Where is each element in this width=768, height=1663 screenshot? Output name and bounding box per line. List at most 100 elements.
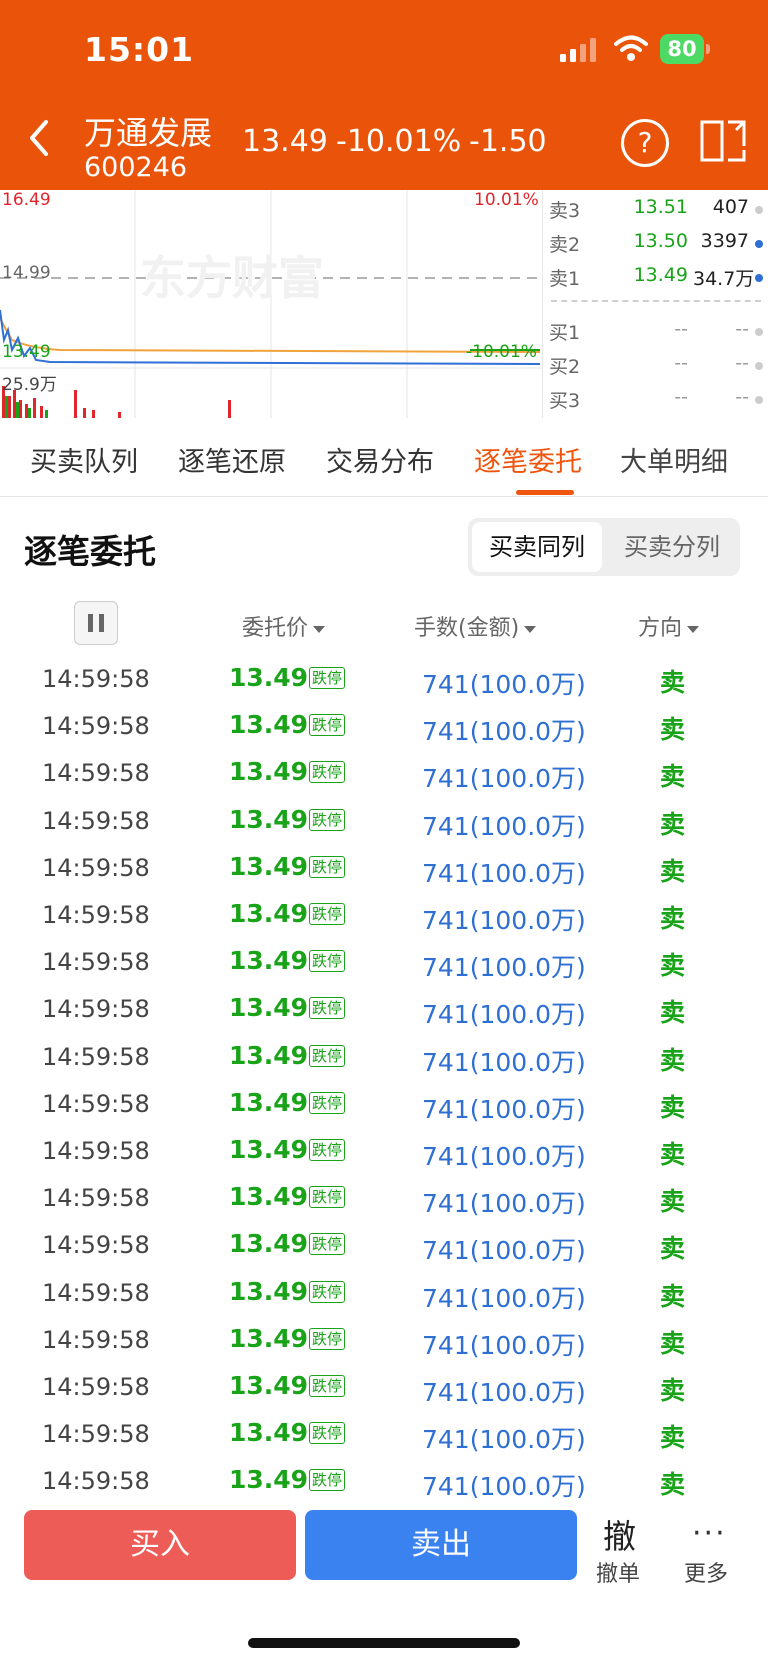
- order-time: 14:59:58: [42, 712, 150, 741]
- order-lots: 741(100.0万): [422, 1000, 586, 1030]
- bid3-row: 买3 -- --: [543, 382, 768, 416]
- lots-column-header[interactable]: 手数(金额): [414, 610, 537, 642]
- section-title: 逐笔委托: [24, 532, 156, 571]
- order-lots: 741(100.0万): [422, 1094, 586, 1124]
- order-time: 14:59:58: [42, 1137, 150, 1165]
- order-row[interactable]: 14:59:58 13.49 跌停 741(100.0万) 卖: [0, 1412, 768, 1459]
- stock-code: 600246: [84, 152, 188, 183]
- order-price: 13.49: [229, 946, 309, 976]
- order-row[interactable]: 14:59:58 13.49 跌停 741(100.0万) 卖: [0, 1318, 768, 1365]
- ask3-price: 13.51: [633, 196, 688, 218]
- tab-order-by-order[interactable]: 逐笔委托: [474, 440, 582, 479]
- stock-price: 13.49: [242, 124, 328, 159]
- help-icon[interactable]: ?: [621, 119, 669, 167]
- chart-high-pct: 10.01%: [474, 190, 539, 210]
- intraday-chart[interactable]: 东方财富 16.49 10.01% 14.99 13.49 -10.01% 25…: [0, 190, 542, 418]
- bid2-dot: [755, 362, 763, 370]
- order-row[interactable]: 14:59:58 13.49 跌停 741(100.0万) 卖: [0, 704, 768, 751]
- order-row[interactable]: 14:59:58 13.49 跌停 741(100.0万) 卖: [0, 1176, 768, 1223]
- battery-icon: 80: [660, 34, 704, 64]
- order-row[interactable]: 14:59:58 13.49 跌停 741(100.0万) 卖: [0, 751, 768, 798]
- limit-down-badge: 跌停: [309, 1044, 346, 1067]
- order-lots: 741(100.0万): [422, 1330, 586, 1360]
- tab-trade-distribution[interactable]: 交易分布: [326, 440, 434, 479]
- tab-bar: 买卖队列 逐笔还原 交易分布 逐笔委托 大单明细: [0, 418, 768, 497]
- book-divider: [551, 300, 761, 302]
- order-direction: 卖: [660, 1376, 686, 1405]
- order-row[interactable]: 14:59:58 13.49 跌停 741(100.0万) 卖: [0, 1082, 768, 1129]
- order-row[interactable]: 14:59:58 13.49 跌停 741(100.0万) 卖: [0, 940, 768, 987]
- bid2-volume: --: [735, 352, 749, 374]
- order-direction: 卖: [660, 762, 686, 792]
- order-direction: 卖: [660, 715, 686, 745]
- tab-order-queue[interactable]: 买卖队列: [30, 440, 138, 479]
- order-lots: 741(100.0万): [422, 906, 586, 935]
- order-price: 13.49: [229, 663, 309, 692]
- back-icon[interactable]: [26, 118, 52, 158]
- order-row[interactable]: 14:59:58 13.49 跌停 741(100.0万) 卖: [0, 1035, 768, 1082]
- order-direction: 卖: [660, 1187, 686, 1217]
- order-direction: 卖: [660, 809, 686, 839]
- limit-down-badge: 跌停: [309, 1469, 346, 1492]
- chart-low-pct: -10.01%: [466, 342, 537, 362]
- order-time: 14:59:58: [42, 1089, 150, 1118]
- order-book: 卖3 13.51 407 卖2 13.50 3397 卖1 13.49 34.7…: [542, 190, 768, 418]
- chart-canvas: 东方财富: [0, 190, 542, 418]
- order-row[interactable]: 14:59:58 13.49 跌停 741(100.0万) 卖: [0, 846, 768, 893]
- limit-down-badge: 跌停: [309, 1375, 346, 1397]
- order-price: 13.49: [229, 899, 309, 928]
- order-time: 14:59:58: [42, 853, 150, 882]
- order-time: 14:59:58: [42, 806, 150, 835]
- order-row[interactable]: 14:59:58 13.49 跌停 741(100.0万) 卖: [0, 1129, 768, 1176]
- order-row[interactable]: 14:59:58 13.49 跌停 741(100.0万) 卖: [0, 1271, 768, 1318]
- order-lots: 741(100.0万): [422, 953, 586, 983]
- buy-button[interactable]: 买入: [24, 1510, 296, 1580]
- sell-button[interactable]: 卖出: [305, 1510, 577, 1580]
- stock-name: 万通发展: [84, 114, 213, 152]
- sort-down-icon: [524, 625, 537, 633]
- order-time: 14:59:58: [42, 1231, 150, 1260]
- order-direction: 卖: [660, 1234, 686, 1264]
- bid2-label: 买2: [549, 356, 581, 378]
- order-price: 13.49: [229, 1040, 309, 1070]
- more-label[interactable]: 更多: [684, 1556, 728, 1588]
- same-column-button[interactable]: 买卖同列: [472, 522, 602, 572]
- ask1-price: 13.49: [633, 264, 688, 286]
- order-time: 14:59:58: [42, 1467, 150, 1496]
- order-price: 13.49: [229, 1418, 309, 1448]
- order-price: 13.49: [229, 710, 309, 740]
- tab-tick-replay[interactable]: 逐笔还原: [178, 440, 286, 479]
- switch-stock-icon[interactable]: [700, 118, 748, 164]
- order-time: 14:59:58: [42, 1278, 150, 1307]
- order-row[interactable]: 14:59:58 13.49 跌停 741(100.0万) 卖: [0, 799, 768, 846]
- order-row[interactable]: 14:59:58 13.49 跌停 741(100.0万) 卖: [0, 1365, 768, 1412]
- tab-big-orders[interactable]: 大单明细: [620, 440, 728, 479]
- order-lots: 741(100.0万): [422, 811, 586, 841]
- battery-tip: [706, 44, 710, 54]
- order-direction: 卖: [660, 1140, 686, 1169]
- order-direction: 卖: [660, 951, 686, 981]
- order-direction: 卖: [660, 1328, 686, 1358]
- pause-button[interactable]: [74, 601, 118, 645]
- order-time: 14:59:58: [42, 1325, 150, 1354]
- bid3-volume: --: [735, 386, 749, 408]
- cancel-order-icon[interactable]: 撤: [603, 1510, 636, 1558]
- price-column-header[interactable]: 委托价: [242, 610, 326, 642]
- order-direction: 卖: [660, 1045, 686, 1075]
- order-price: 13.49: [229, 1087, 309, 1117]
- ask1-dot: [755, 274, 763, 282]
- order-price: 13.49: [229, 1135, 309, 1164]
- header: 15:01 80 万通发展 600246 13.49 -10.01% -1.50…: [0, 0, 768, 190]
- limit-down-badge: 跌停: [309, 1327, 346, 1350]
- order-lots: 741(100.0万): [422, 1425, 586, 1455]
- order-row[interactable]: 14:59:58 13.49 跌停 741(100.0万) 卖: [0, 657, 768, 704]
- more-icon[interactable]: ···: [692, 1516, 727, 1551]
- order-row[interactable]: 14:59:58 13.49 跌停 741(100.0万) 卖: [0, 1223, 768, 1270]
- order-row[interactable]: 14:59:58 13.49 跌停 741(100.0万) 卖: [0, 893, 768, 940]
- cancel-order-label[interactable]: 撤单: [596, 1556, 640, 1588]
- split-column-button[interactable]: 买卖分列: [608, 522, 736, 572]
- direction-column-header[interactable]: 方向: [638, 610, 700, 642]
- limit-down-badge: 跌停: [309, 714, 346, 737]
- order-lots: 741(100.0万): [422, 1378, 586, 1407]
- order-row[interactable]: 14:59:58 13.49 跌停 741(100.0万) 卖: [0, 987, 768, 1034]
